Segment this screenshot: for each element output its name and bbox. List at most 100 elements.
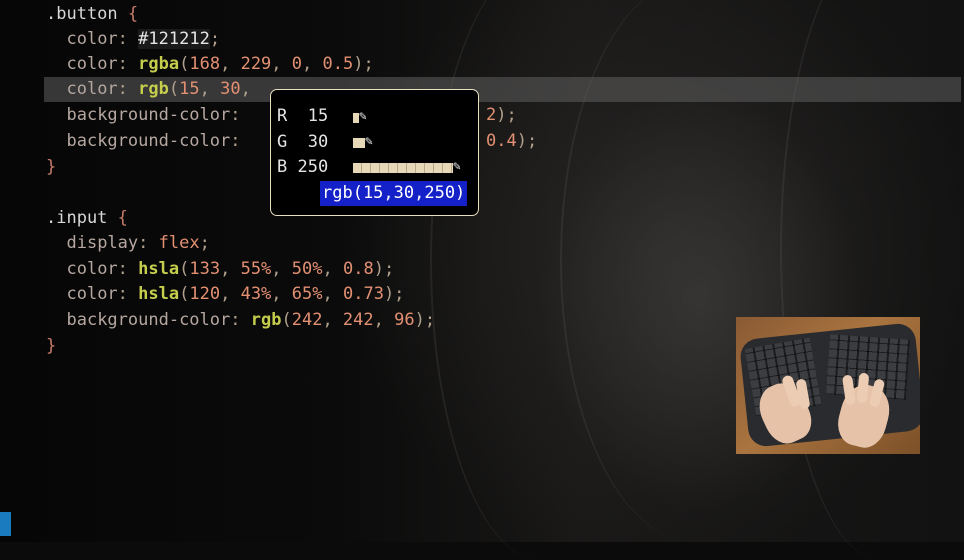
colon: : [230,310,241,330]
separator: , [199,79,221,99]
separator: , [271,54,292,74]
code-line-close-brace[interactable]: } [46,334,56,359]
css-selector: .input [46,208,108,228]
css-property: color [66,29,118,49]
green-channel-value[interactable]: 30 [308,132,328,152]
number: 2 [486,105,497,125]
close-paren: ); [496,105,517,125]
number: 65% [291,284,323,304]
number: 242 [342,310,374,330]
number: 0 [291,54,303,74]
mode-indicator [0,512,11,536]
css-property: background-color [66,131,231,151]
css-function: rgb [250,310,282,330]
paren: ( [179,259,190,279]
css-property: background-color [66,310,231,330]
number: 96 [394,310,415,330]
css-property: background-color [66,105,231,125]
pencil-icon[interactable]: ✎ [365,135,373,148]
picker-result-value[interactable]: rgb(15,30,250) [320,181,468,206]
separator: , [373,310,395,330]
separator: , [220,284,241,304]
number: 15 [179,79,200,99]
css-property: color [66,79,118,99]
webcam-overlay [736,317,920,454]
separator: , [302,54,323,74]
open-brace: { [117,208,128,228]
green-channel-label: G [277,132,288,152]
paren: ( [281,310,292,330]
code-line[interactable]: background-color: [46,129,240,154]
green-channel-slider[interactable] [353,138,365,148]
picker-row-blue[interactable]: B 250 [277,155,328,180]
paren: ( [168,79,180,99]
separator: , [271,259,292,279]
number: 120 [189,284,221,304]
separator: , [271,284,292,304]
number: 0.73 [342,284,384,304]
css-selector: .button [46,4,118,24]
code-line[interactable]: color: rgba(168, 229, 0, 0.5); [46,52,374,77]
pencil-icon[interactable]: ✎ [359,110,367,123]
colon: : [117,54,128,74]
colon: : [117,29,128,49]
semicolon: ; [209,29,221,49]
blue-channel-label: B [277,157,288,177]
code-line-tail: 2); [486,103,517,128]
code-line[interactable]: background-color: [46,103,241,128]
code-line[interactable]: color: #121212; [46,27,220,52]
css-function: hsla [138,259,180,279]
number: 0.4 [486,131,517,151]
close-paren: ); [414,310,436,330]
close-paren: ); [383,284,405,304]
number: 0.8 [342,259,374,279]
pencil-icon[interactable]: ✎ [453,160,461,173]
code-line-tail: 0.4); [486,129,537,154]
open-brace: { [127,4,139,24]
code-line[interactable]: background-color: rgb(242, 242, 96); [46,308,435,333]
code-line[interactable]: color: hsla(133, 55%, 50%, 0.8); [46,257,394,282]
red-channel-value[interactable]: 15 [308,106,328,126]
code-line-selector-input[interactable]: .input { [46,206,128,231]
colon: : [117,79,128,99]
number: 30 [220,79,241,99]
code-line[interactable]: display: flex; [46,231,210,256]
separator: , [322,310,343,330]
separator: , [220,259,241,279]
hex-color-value: #121212 [138,29,210,49]
code-line-close-brace[interactable]: } [46,155,56,180]
number: 0.5 [322,54,354,74]
number: 43% [240,284,272,304]
semicolon: ; [199,233,210,253]
color-picker-popup[interactable]: R 15 ✎ G 30 ✎ B 250 ✎ rgb(15,30,250) [270,89,479,216]
css-function: rgb [138,79,169,99]
colon: : [117,259,128,279]
close-paren: ); [353,54,374,74]
separator: , [240,79,251,99]
close-paren: ); [516,131,538,151]
close-brace: } [46,336,57,356]
colon: : [117,284,128,304]
number: 242 [291,310,323,330]
separator: , [322,259,343,279]
css-function: hsla [138,284,180,304]
close-brace: } [46,157,57,177]
red-channel-label: R [277,106,288,126]
css-function: rgba [138,54,180,74]
code-editor[interactable]: .button { color: #121212; color: rgba(16… [0,0,964,542]
code-line-selector-button[interactable]: .button { [46,2,138,27]
picker-row-red[interactable]: R 15 [277,104,328,129]
code-line-active[interactable]: color: rgb(15, 30, [46,77,251,102]
css-property: display [66,233,139,253]
colon: : [138,233,149,253]
number: 50% [291,259,323,279]
picker-row-green[interactable]: G 30 [277,130,328,155]
blue-channel-slider[interactable] [353,163,453,173]
number: 168 [189,54,221,74]
number: 55% [240,259,272,279]
colon: : [230,105,241,125]
close-paren: ); [373,259,395,279]
blue-channel-value[interactable]: 250 [298,157,329,177]
code-line[interactable]: color: hsla(120, 43%, 65%, 0.73); [46,282,404,307]
css-property: color [66,54,118,74]
